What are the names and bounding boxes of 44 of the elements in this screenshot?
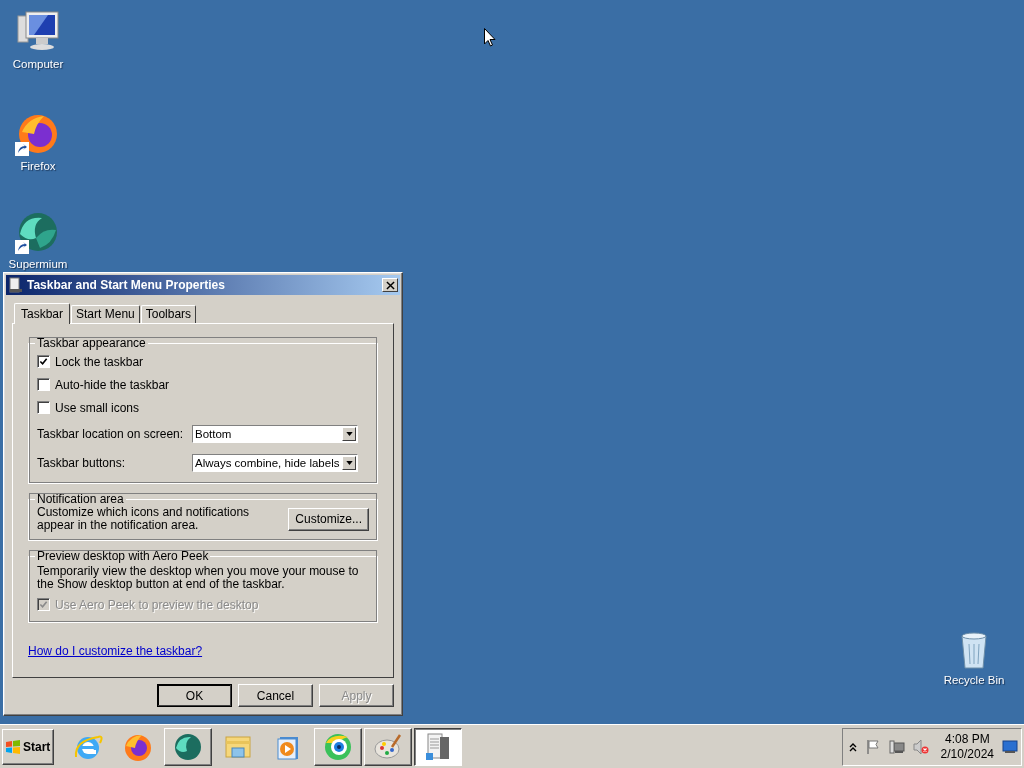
show-desktop-icon[interactable] bbox=[1002, 739, 1018, 754]
checkbox-label: Use small icons bbox=[55, 400, 140, 415]
cursor-icon bbox=[484, 28, 496, 47]
window-icon bbox=[8, 277, 24, 293]
group-title: Taskbar appearance bbox=[36, 336, 147, 350]
description-text: Customize which icons and notifications appear in the notification area. bbox=[37, 506, 251, 532]
windows-logo-icon bbox=[5, 738, 21, 755]
tab[interactable]: Taskbar bbox=[14, 303, 71, 324]
clock-date[interactable]: 2/10/2024 bbox=[940, 746, 994, 762]
window-title: Taskbar and Start Menu Properties bbox=[27, 278, 226, 292]
checkbox[interactable] bbox=[37, 378, 50, 391]
description-text: Temporarily view the desktop when you move your mouse to the Show desktop button at end of the taskbar. bbox=[37, 565, 360, 591]
dropdown[interactable]: Bottom bbox=[192, 424, 358, 443]
chevron-up-icon[interactable] bbox=[848, 741, 857, 752]
tab[interactable]: Start Menu bbox=[71, 305, 140, 323]
customize-button[interactable]: Customize... bbox=[288, 507, 369, 531]
checkbox[interactable] bbox=[37, 355, 50, 368]
icon-label: Computer bbox=[12, 58, 64, 71]
group-title: Preview desktop with Aero Peek bbox=[36, 549, 210, 563]
network-icon[interactable] bbox=[888, 738, 905, 755]
checkbox-label: Use Aero Peek to preview the desktop bbox=[55, 597, 259, 612]
checkbox-label: Auto-hide the taskbar bbox=[55, 377, 170, 392]
close-button[interactable] bbox=[382, 278, 398, 292]
help-link[interactable]: How do I customize the taskbar? bbox=[28, 644, 203, 658]
flag-icon[interactable] bbox=[864, 738, 881, 755]
icon-label: Firefox bbox=[20, 160, 56, 173]
close-icon bbox=[385, 280, 395, 290]
tab[interactable]: Toolbars bbox=[140, 305, 197, 323]
taskbar-button[interactable] bbox=[414, 727, 462, 766]
dropdown-label: Taskbar location on screen: bbox=[37, 426, 185, 441]
dialog-button[interactable]: Cancel bbox=[238, 684, 313, 707]
group-title: Notification area bbox=[36, 492, 125, 506]
volume-muted-icon[interactable] bbox=[912, 738, 929, 755]
checkbox[interactable] bbox=[37, 401, 50, 414]
start-button[interactable]: Start bbox=[2, 728, 54, 765]
clock-time[interactable]: 4:08 PM bbox=[944, 731, 990, 747]
checkbox-label: Lock the taskbar bbox=[55, 354, 144, 369]
icon-label: Recycle Bin bbox=[943, 674, 1005, 687]
dropdown[interactable]: Always combine, hide labels bbox=[192, 453, 358, 472]
icon-label: Supermium bbox=[8, 258, 68, 271]
caret-icon bbox=[345, 460, 353, 465]
dialog-button[interactable]: OK bbox=[157, 684, 232, 707]
dropdown-label: Taskbar buttons: bbox=[37, 455, 127, 470]
caret-icon bbox=[345, 431, 353, 436]
